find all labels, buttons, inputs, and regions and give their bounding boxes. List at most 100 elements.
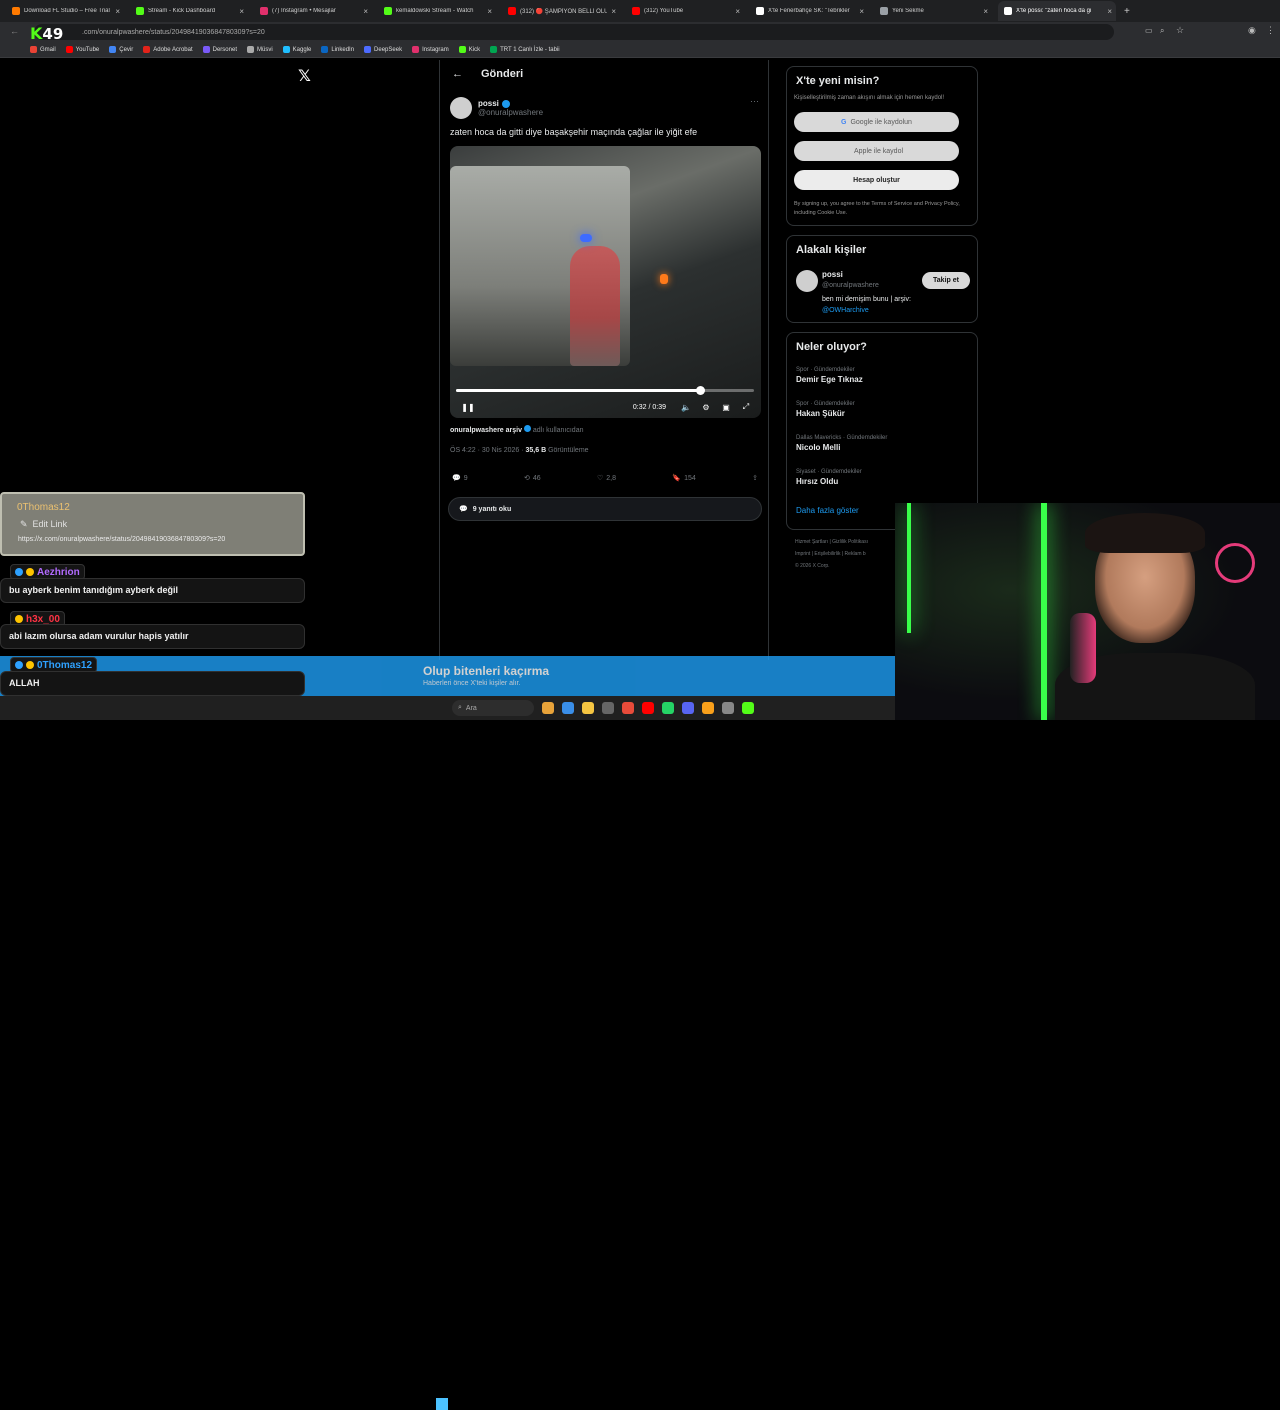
browser-tab[interactable]: (312) 🔴 ŞAMPİYON BELLİ OLU ×: [502, 1, 620, 21]
x-logo-icon[interactable]: 𝕏: [298, 66, 311, 85]
chat-link-url[interactable]: https://x.com/onuralpwashere/status/2049…: [18, 536, 225, 543]
close-tab-icon[interactable]: ×: [487, 7, 492, 16]
trend-item[interactable]: Siyaset · Gündemdekiler Hırsız Oldu: [796, 469, 862, 486]
edit-link-button[interactable]: ✎ Edit Link: [20, 519, 67, 530]
show-more-link[interactable]: Daha fazla göster: [796, 506, 859, 515]
star-icon[interactable]: ☆: [1176, 25, 1184, 36]
bookmark-item[interactable]: Kick: [458, 46, 480, 53]
browser-tab[interactable]: (312) YouTube ×: [626, 1, 744, 21]
app-icon[interactable]: [602, 702, 614, 714]
like-button[interactable]: ♡ 2,8: [596, 474, 616, 483]
repost-button[interactable]: ⟲ 46: [524, 474, 541, 483]
close-tab-icon[interactable]: ×: [239, 7, 244, 16]
discord-icon[interactable]: [682, 702, 694, 714]
chrome-icon[interactable]: [622, 702, 634, 714]
bookmark-item[interactable]: Adobe Acrobat: [143, 46, 193, 53]
reply-button[interactable]: 💬 9: [452, 474, 468, 483]
whatsapp-icon[interactable]: [662, 702, 674, 714]
browser-tab[interactable]: Stream - Kick Dashboard ×: [130, 1, 248, 21]
page-title: Gönderi: [481, 68, 524, 80]
bookmark-item[interactable]: Instagram: [412, 46, 449, 53]
follow-button[interactable]: Takip et: [922, 272, 970, 289]
settings-app-icon[interactable]: [722, 702, 734, 714]
related-avatar[interactable]: [796, 270, 818, 292]
edge-icon[interactable]: [562, 702, 574, 714]
windows-start-icon[interactable]: [436, 1398, 448, 1410]
profile-icon[interactable]: ◉: [1248, 25, 1256, 36]
taskbar-search[interactable]: ⌕ Ara: [452, 700, 534, 716]
browser-tab[interactable]: X'te possi: "zaten hoca da gi ×: [998, 1, 1116, 21]
trend-category: Dallas Mavericks · Gündemdekiler: [796, 435, 888, 441]
share-button[interactable]: ⇪: [752, 474, 758, 482]
source-account[interactable]: onuralpwashere arşiv: [450, 427, 522, 434]
related-name[interactable]: possi: [822, 270, 843, 279]
bookmark-item[interactable]: DeepSeek: [364, 46, 402, 53]
close-tab-icon[interactable]: ×: [115, 7, 120, 16]
volume-icon[interactable]: 🔈: [676, 403, 696, 412]
bookmark-label: Gmail: [40, 46, 56, 53]
trend-item[interactable]: Dallas Mavericks · Gündemdekiler Nicolo M…: [796, 435, 887, 452]
url-field[interactable]: .com/onuralpwashere/status/2049841903684…: [34, 24, 1114, 40]
close-tab-icon[interactable]: ×: [1107, 7, 1112, 16]
read-replies-button[interactable]: 💬 9 yanıtı oku: [448, 497, 762, 521]
bookmark-label: Kaggle: [292, 46, 312, 53]
author-handle[interactable]: @onuralpwashere: [478, 108, 543, 117]
create-account-button[interactable]: Hesap oluştur: [794, 170, 959, 190]
apple-signup-button[interactable]: Apple ile kaydol: [794, 141, 959, 161]
close-tab-icon[interactable]: ×: [735, 7, 740, 16]
browser-tab[interactable]: Yeni Sekme ×: [874, 1, 992, 21]
bookmark-item[interactable]: YouTube: [65, 46, 99, 53]
bookmark-item[interactable]: Çevir: [109, 46, 133, 53]
menu-icon[interactable]: ⋮: [1266, 25, 1275, 36]
video-scrubber-knob[interactable]: [696, 386, 706, 395]
tab-favicon-icon: [1004, 7, 1012, 15]
trend-item[interactable]: Spor · Gündemdekiler Hakan Şükür: [796, 401, 855, 418]
related-bio-link[interactable]: @OWHarchive: [822, 307, 869, 314]
close-tab-icon[interactable]: ×: [611, 7, 616, 16]
zoom-icon[interactable]: ⌕: [1160, 26, 1164, 36]
browser-tab[interactable]: Download FL Studio – Free Trial ×: [6, 1, 124, 21]
close-tab-icon[interactable]: ×: [983, 7, 988, 16]
bookmark-item[interactable]: Müsvi: [247, 46, 273, 53]
bookmark-item[interactable]: LinkedIn: [321, 46, 354, 53]
kick-app-icon[interactable]: [742, 702, 754, 714]
bookmark-item[interactable]: Dersonet: [202, 46, 237, 53]
pause-icon[interactable]: ❚❚: [458, 403, 478, 412]
close-tab-icon[interactable]: ×: [859, 7, 864, 16]
heart-icon: ♡: [596, 475, 604, 482]
back-icon[interactable]: ←: [10, 26, 19, 36]
tab-favicon-icon: [136, 7, 144, 15]
fl-studio-icon[interactable]: [702, 702, 714, 714]
pip-icon[interactable]: ▣: [716, 403, 736, 412]
widgets-icon[interactable]: [542, 702, 554, 714]
cast-icon[interactable]: ▭: [1145, 26, 1153, 35]
explorer-icon[interactable]: [582, 702, 594, 714]
post-date[interactable]: ÖS 4:22 · 30 Nis 2026 ·: [450, 447, 524, 454]
settings-icon[interactable]: ⚙: [696, 403, 716, 412]
post-author[interactable]: possi @onuralpwashere: [450, 97, 543, 119]
trend-item[interactable]: Spor · Gündemdekiler Demir Ege Tıknaz: [796, 367, 863, 384]
trend-category: Spor · Gündemdekiler: [796, 367, 855, 373]
browser-tab[interactable]: X'te Fenerbahçe SK: "Tebrikler ×: [750, 1, 868, 21]
author-name[interactable]: possi: [478, 99, 499, 108]
bookmark-item[interactable]: Gmail: [30, 46, 56, 53]
close-tab-icon[interactable]: ×: [363, 7, 368, 16]
bookmark-item[interactable]: TRT 1 Canlı İzle - tabii: [490, 46, 560, 53]
new-tab-icon[interactable]: +: [1124, 6, 1130, 17]
video-progress-bar[interactable]: [456, 386, 754, 395]
back-arrow-icon[interactable]: ←: [452, 68, 463, 80]
browser-tab[interactable]: (7) Instagram • Mesajlar ×: [254, 1, 372, 21]
more-options-icon[interactable]: ···: [750, 96, 759, 106]
search-icon: ⌕: [458, 704, 462, 711]
fullscreen-icon[interactable]: ⤢: [736, 402, 756, 412]
browser-tab[interactable]: kemaldowski Stream - Watch ×: [378, 1, 496, 21]
bookmark-item[interactable]: Kaggle: [282, 46, 312, 53]
related-handle[interactable]: @onuralpwashere: [822, 282, 879, 289]
youtube-icon[interactable]: [642, 702, 654, 714]
avatar[interactable]: [450, 97, 472, 119]
chat-message: ALLAH: [0, 671, 305, 696]
bookmark-button[interactable]: 🔖 154: [672, 474, 695, 483]
google-signup-button[interactable]: G Google ile kaydolun: [794, 112, 959, 132]
video-player[interactable]: ❚❚ 0:32 / 0:39 🔈 ⚙ ▣ ⤢: [450, 146, 761, 418]
bookmark-favicon-icon: [143, 46, 151, 53]
